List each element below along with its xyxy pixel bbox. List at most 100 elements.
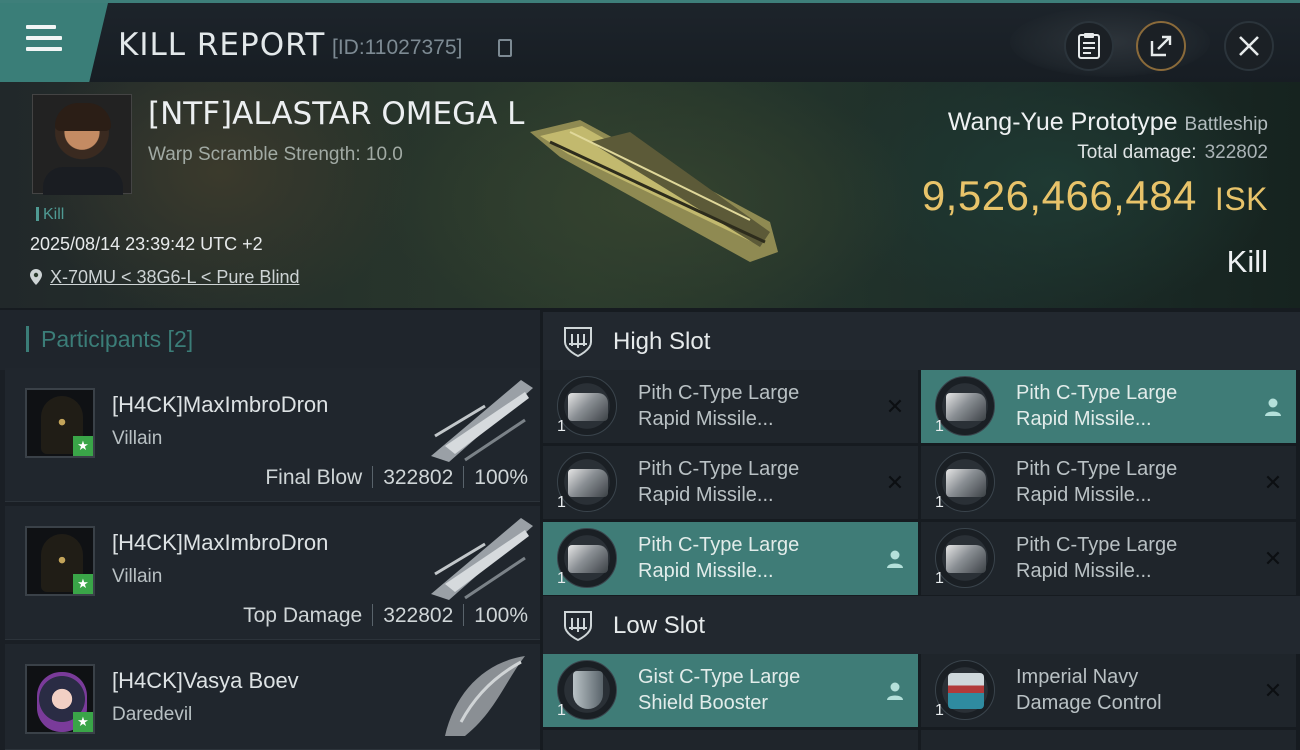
participant-row[interactable]: ★ [H4CK]Vasya Boev Daredevil — [5, 644, 540, 750]
module-name-line1: Imperial Navy — [1016, 666, 1139, 688]
module-name: Imperial Navy Damage Control — [1016, 664, 1246, 716]
close-button[interactable] — [1224, 21, 1274, 71]
missile-launcher-icon — [557, 528, 617, 588]
damage-control-icon — [935, 660, 995, 720]
module-slot[interactable]: 1 Pith C-Type Large Rapid Missile... ✕ — [921, 446, 1296, 519]
module-name-line2: Rapid Missile... — [1016, 408, 1152, 430]
module-name: Pith C-Type Large Rapid Missile... — [638, 532, 868, 584]
high-slot-icon — [564, 327, 592, 358]
close-x-icon: ✕ — [1263, 470, 1283, 495]
module-quantity: 1 — [935, 418, 944, 435]
top-bar: KILL REPORT [ID:11027375] — [0, 0, 1300, 85]
module-name: Pith C-Type Large Rapid Missile... — [1016, 532, 1246, 584]
isk-amount: 9,526,466,484 — [921, 172, 1197, 219]
module-name-line1: Pith C-Type Large — [638, 458, 800, 480]
participant-percent: 100% — [474, 466, 528, 489]
low-slot-header: Low Slot — [543, 596, 1300, 654]
victim-ship-image — [530, 120, 778, 262]
module-name: Pith C-Type Large Rapid Missile... — [1016, 456, 1246, 508]
victim-name[interactable]: [NTF]ALASTAR OMEGA L — [148, 96, 524, 132]
module-quantity: 1 — [557, 702, 566, 719]
module-name-line2: Shield Booster — [638, 692, 769, 714]
victim-ship-name: Wang-Yue Prototype — [947, 108, 1178, 136]
module-name-line2: Rapid Missile... — [1016, 484, 1152, 506]
module-name-line2: Rapid Missile... — [638, 408, 774, 430]
participant-avatar: ★ — [25, 664, 95, 734]
participant-percent: 100% — [474, 604, 528, 627]
total-damage-label: Total damage: — [1077, 142, 1197, 163]
person-icon — [1265, 398, 1281, 416]
location-link[interactable]: X-70MU < 38G6-L < Pure Blind — [50, 267, 299, 287]
high-slot-header: High Slot — [543, 312, 1300, 370]
module-quantity: 1 — [557, 418, 566, 435]
module-slot[interactable]: 1 Imperial Navy Damage Control ✕ — [921, 654, 1296, 727]
participant-role: Top Damage — [243, 604, 363, 627]
victim-portrait[interactable] — [32, 94, 132, 195]
module-quantity: 1 — [935, 494, 944, 511]
kill-location[interactable]: X-70MU < 38G6-L < Pure Blind — [30, 267, 299, 288]
shield-booster-icon — [557, 660, 617, 720]
close-x-icon: ✕ — [885, 394, 905, 419]
total-damage-value: 322802 — [1204, 142, 1268, 163]
module-slot[interactable]: 1 Pith C-Type Large Rapid Missile... ✕ — [543, 446, 918, 519]
hamburger-menu-icon — [26, 25, 62, 55]
low-slot-icon — [564, 611, 592, 642]
participant-ship-image — [431, 380, 533, 462]
clipboard-button[interactable] — [1064, 21, 1114, 71]
module-quantity: 1 — [935, 570, 944, 587]
participant-row[interactable]: ★ [H4CK]MaxImbroDron Villain Final Blow 3… — [5, 368, 540, 502]
missile-launcher-icon — [935, 376, 995, 436]
participant-ship: Daredevil — [112, 704, 193, 725]
participant-row[interactable]: ★ [H4CK]MaxImbroDron Villain Top Damage 3… — [5, 506, 540, 640]
participants-header: Participants [2] — [0, 310, 540, 370]
module-slot[interactable]: 1 Pith C-Type Large Rapid Missile... — [543, 522, 918, 595]
module-slot[interactable]: 1 Pith C-Type Large Rapid Missile... ✕ — [921, 522, 1296, 595]
close-icon — [1239, 36, 1259, 56]
warp-scramble-strength: Warp Scramble Strength: 10.0 — [148, 144, 403, 165]
participant-stats: Final Blow 322802 100% — [265, 466, 528, 490]
participant-role: Final Blow — [265, 466, 363, 489]
module-quantity: 1 — [935, 702, 944, 719]
module-name: Gist C-Type Large Shield Booster — [638, 664, 868, 716]
person-icon — [887, 550, 903, 568]
close-x-icon: ✕ — [1263, 678, 1283, 703]
module-name-line2: Rapid Missile... — [638, 560, 774, 582]
fitting-panel: High Slot 1 Pith C-Type Large Rapid Missi… — [543, 310, 1300, 750]
victim-banner: [NTF]ALASTAR OMEGA L Warp Scramble Stren… — [0, 82, 1300, 308]
module-name-line1: Pith C-Type Large — [638, 382, 800, 404]
kill-result: Kill — [1226, 244, 1268, 279]
menu-button[interactable] — [0, 3, 108, 85]
isk-value: 9,526,466,484 ISK — [922, 172, 1268, 220]
participant-name: [H4CK]Vasya Boev — [112, 668, 299, 693]
module-slot[interactable] — [921, 730, 1296, 750]
victim-ship-type[interactable]: Wang-Yue Prototype Battleship — [948, 108, 1268, 137]
module-name-line1: Pith C-Type Large — [638, 534, 800, 556]
share-button[interactable] — [1136, 21, 1186, 71]
missile-launcher-icon — [935, 452, 995, 512]
module-name: Pith C-Type Large Rapid Missile... — [1016, 380, 1246, 432]
module-name-line1: Pith C-Type Large — [1016, 382, 1178, 404]
module-slot[interactable]: 1 Pith C-Type Large Rapid Missile... ✕ — [543, 370, 918, 443]
module-name-line1: Pith C-Type Large — [1016, 458, 1178, 480]
module-name-line1: Pith C-Type Large — [1016, 534, 1178, 556]
kill-tag: Kill — [36, 206, 64, 224]
module-slot[interactable]: 1 Gist C-Type Large Shield Booster — [543, 654, 918, 727]
module-name-line2: Rapid Missile... — [1016, 560, 1152, 582]
participant-ship: Villain — [112, 428, 163, 449]
victim-ship-class: Battleship — [1184, 114, 1268, 135]
module-quantity: 1 — [557, 494, 566, 511]
copy-icon[interactable] — [498, 39, 512, 57]
participant-name: [H4CK]MaxImbroDron — [112, 392, 329, 417]
module-quantity: 1 — [557, 570, 566, 587]
module-slot[interactable]: 1 Pith C-Type Large Rapid Missile... — [921, 370, 1296, 443]
location-pin-icon — [30, 269, 42, 285]
total-damage: Total damage: 322802 — [1077, 142, 1268, 164]
page-title: KILL REPORT — [118, 27, 326, 63]
module-name-line2: Damage Control — [1016, 692, 1162, 714]
participant-ship-image — [445, 656, 525, 736]
person-icon — [887, 682, 903, 700]
module-slot[interactable] — [543, 730, 918, 750]
participant-damage: 322802 — [383, 466, 454, 489]
participants-title: Participants [2] — [26, 326, 193, 352]
kill-datetime: 2025/08/14 23:39:42 UTC +2 — [30, 234, 263, 254]
